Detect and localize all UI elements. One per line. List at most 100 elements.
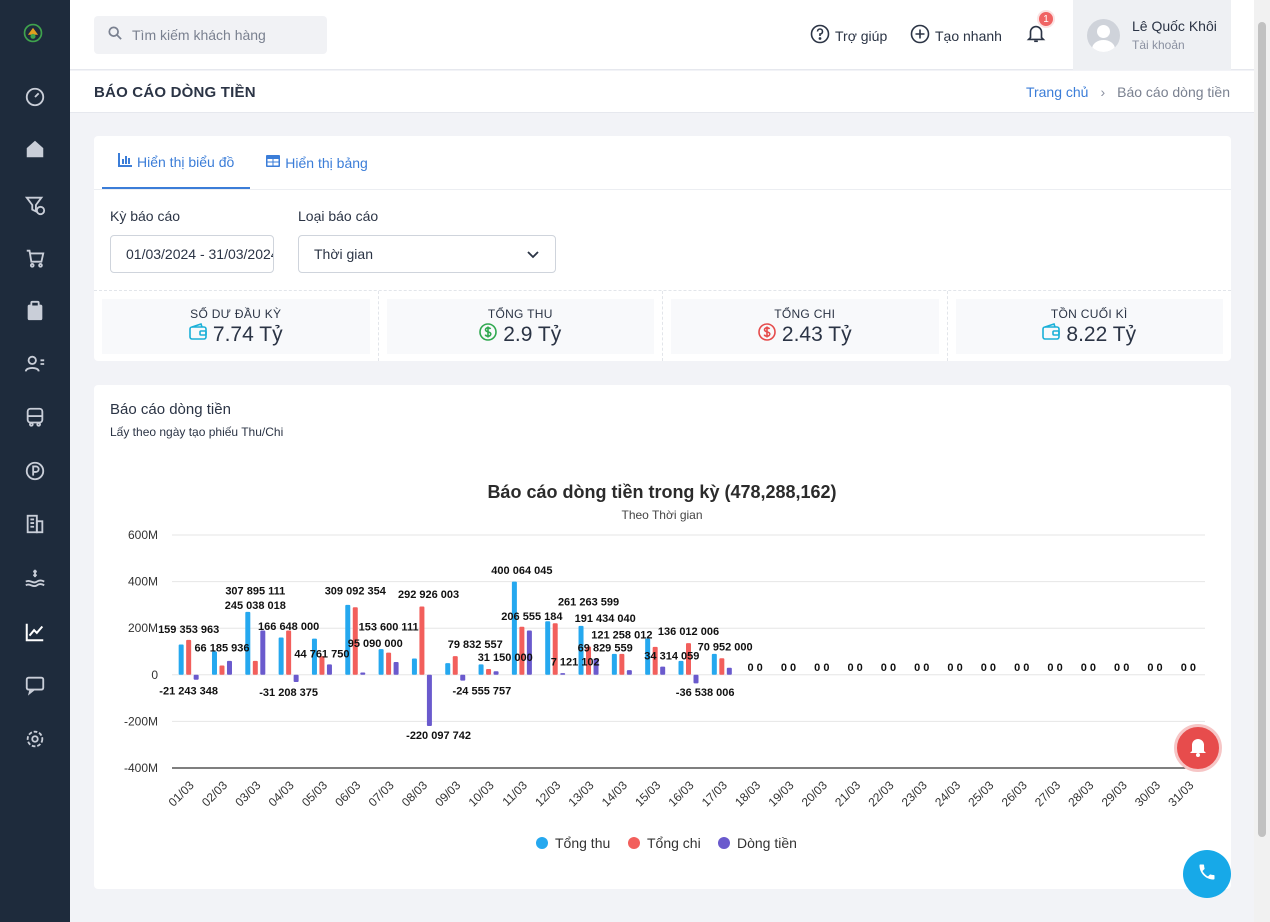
bell-icon <box>1186 734 1210 763</box>
page-scrollbar[interactable] <box>1254 0 1270 922</box>
help-label: Trợ giúp <box>835 27 888 44</box>
cashflow-chart: Báo cáo dòng tiền trong kỳ (478,288,162)… <box>124 482 1205 851</box>
tabs-divider <box>94 189 1231 190</box>
legend-marker <box>536 837 548 849</box>
x-tick-label: 19/03 <box>765 778 796 809</box>
data-label: -21 243 348 <box>159 686 218 698</box>
bell-icon <box>1025 25 1047 48</box>
type-label: Loại báo cáo <box>298 208 379 224</box>
stat-opening-balance: SỐ DƯ ĐẦU KỲ 7.74 Tỷ <box>94 291 379 361</box>
x-tick-label: 12/03 <box>532 778 563 809</box>
bar-Dòng tiền <box>493 671 499 675</box>
chart-card: Báo cáo dòng tiền Lấy theo ngày tạo phiế… <box>94 385 1231 889</box>
bar-Tổng chi <box>219 665 225 675</box>
parking-icon[interactable] <box>20 456 50 486</box>
cart-icon[interactable] <box>20 243 50 273</box>
stat-label: TỔNG CHI <box>774 307 836 321</box>
plus-circle-icon <box>910 24 935 47</box>
search-box[interactable] <box>94 16 327 54</box>
bar-Tổng thu <box>411 658 417 675</box>
data-label: -220 097 742 <box>406 730 471 742</box>
x-tick-label: 15/03 <box>632 778 663 809</box>
chat-icon[interactable] <box>20 670 50 700</box>
x-tick-label: 30/03 <box>1132 778 1163 809</box>
y-tick-label: 200M <box>128 621 158 635</box>
help-button[interactable]: Trợ giúp <box>810 24 887 47</box>
bar-Dòng tiền <box>226 660 232 675</box>
data-label: 245 038 018 <box>225 600 286 612</box>
x-tick-label: 09/03 <box>432 778 463 809</box>
account-menu[interactable]: Lê Quốc Khôi Tài khoản <box>1073 0 1231 70</box>
bar-Tổng thu <box>445 663 451 675</box>
bar-Tổng chi <box>252 660 258 675</box>
data-label: 0 0 <box>1047 662 1062 674</box>
data-label: 95 090 000 <box>348 638 403 650</box>
call-button[interactable] <box>1183 850 1231 898</box>
contacts-icon[interactable] <box>20 349 50 379</box>
x-tick-label: 27/03 <box>1032 778 1063 809</box>
logo[interactable] <box>22 22 48 48</box>
breadcrumb: Trang chủ › Báo cáo dòng tiền <box>1026 84 1230 100</box>
phone-icon <box>1197 862 1217 887</box>
data-label: 191 434 040 <box>575 613 636 625</box>
x-tick-label: 02/03 <box>199 778 230 809</box>
bus-icon[interactable] <box>20 402 50 432</box>
wallet-icon <box>1042 322 1066 347</box>
data-label: 261 263 599 <box>558 597 619 609</box>
bar-Tổng thu <box>711 653 717 675</box>
filter-money-icon[interactable] <box>20 190 50 220</box>
home-icon[interactable] <box>20 134 50 164</box>
data-label: -36 538 006 <box>676 687 735 699</box>
notification-fab[interactable] <box>1174 724 1222 772</box>
data-label: 0 0 <box>881 662 896 674</box>
topbar: Trợ giúp Tạo nhanh 1 Lê Quốc Khôi Tài kh… <box>70 0 1254 70</box>
stat-label: SỐ DƯ ĐẦU KỲ <box>190 307 282 321</box>
data-label: 153 600 111 <box>359 622 419 634</box>
tab-chart[interactable]: Hiển thị biểu đồ <box>102 136 251 189</box>
tab-table[interactable]: Hiển thị bảng <box>250 136 384 189</box>
date-range-input[interactable] <box>110 235 274 273</box>
data-label: 292 926 003 <box>398 589 459 601</box>
report-chart-icon[interactable] <box>20 617 50 647</box>
x-tick-label: 22/03 <box>865 778 896 809</box>
data-label: 7 121 102 <box>551 656 600 668</box>
data-label: 0 0 <box>814 662 829 674</box>
dashboard-icon[interactable] <box>20 82 50 112</box>
data-label: 0 0 <box>1147 662 1162 674</box>
report-type-select[interactable]: Thời gian <box>298 235 556 273</box>
x-tick-label: 05/03 <box>299 778 330 809</box>
data-label: 121 258 012 <box>591 630 652 642</box>
cashflow-icon[interactable] <box>20 563 50 593</box>
bar-Dòng tiền <box>726 667 732 675</box>
x-tick-label: 25/03 <box>965 778 996 809</box>
data-label: 70 952 000 <box>698 641 753 653</box>
quick-create-button[interactable]: Tạo nhanh <box>910 24 1002 47</box>
clipboard-icon[interactable] <box>20 296 50 326</box>
bar-Dòng tiền <box>693 674 699 684</box>
settings-icon[interactable] <box>20 724 50 754</box>
x-tick-label: 23/03 <box>899 778 930 809</box>
search-input[interactable] <box>132 27 322 43</box>
y-tick-label: -400M <box>124 761 158 775</box>
x-tick-label: 24/03 <box>932 778 963 809</box>
breadcrumb-home[interactable]: Trang chủ <box>1026 84 1089 100</box>
data-label: 0 0 <box>1014 662 1029 674</box>
data-label: 166 648 000 <box>258 621 319 633</box>
notification-button[interactable]: 1 <box>1025 10 1055 48</box>
x-tick-label: 06/03 <box>332 778 363 809</box>
avatar <box>1087 18 1120 52</box>
wallet-icon <box>189 322 213 347</box>
bar-Tổng chi <box>186 639 192 675</box>
stat-value: 2.9 Tỷ <box>503 323 562 346</box>
scrollbar-thumb[interactable] <box>1258 22 1266 837</box>
building-icon[interactable] <box>20 509 50 539</box>
period-label: Kỳ báo cáo <box>110 208 181 224</box>
x-tick-label: 29/03 <box>1099 778 1130 809</box>
page-title: BÁO CÁO DÒNG TIỀN <box>94 84 256 101</box>
x-tick-label: 20/03 <box>799 778 830 809</box>
y-tick-label: 400M <box>128 575 158 589</box>
bar-Dòng tiền <box>393 661 399 675</box>
x-tick-label: 10/03 <box>466 778 497 809</box>
y-tick-label: -200M <box>124 714 158 728</box>
bar-Dòng tiền <box>193 674 199 680</box>
